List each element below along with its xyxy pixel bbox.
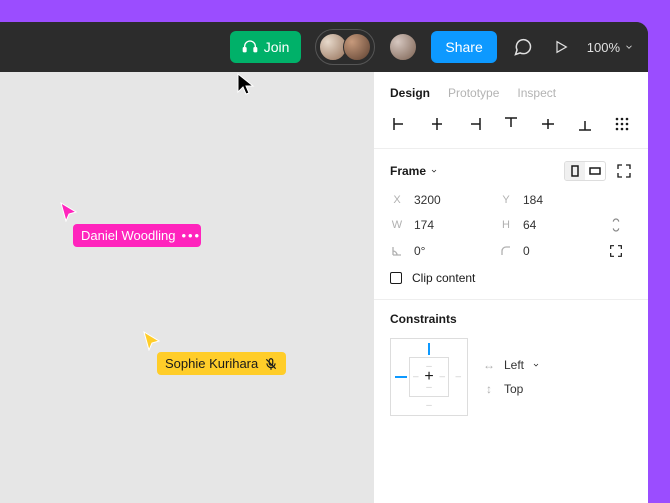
more-icon[interactable]: •••: [181, 228, 193, 243]
height-field[interactable]: H64: [499, 218, 600, 232]
align-left-icon[interactable]: [388, 112, 412, 136]
y-value: 184: [523, 193, 543, 207]
align-vcenter-icon[interactable]: [536, 112, 560, 136]
landscape-icon[interactable]: [585, 162, 605, 180]
link-dimensions-icon[interactable]: [608, 217, 632, 233]
avatar[interactable]: [343, 33, 371, 61]
chevron-down-icon: [624, 42, 634, 52]
avatar-self[interactable]: [389, 33, 417, 61]
join-button-label: Join: [264, 39, 290, 55]
y-field[interactable]: Y184: [499, 193, 600, 207]
remote-cursor-icon: [143, 331, 161, 351]
width-field[interactable]: W174: [390, 218, 491, 232]
align-bottom-icon[interactable]: [573, 112, 597, 136]
tab-prototype[interactable]: Prototype: [448, 86, 499, 100]
corner-radius-value: 0: [523, 244, 530, 258]
frame-title: Frame: [390, 164, 426, 178]
horizontal-icon: ↔: [482, 358, 496, 372]
tidy-up-icon[interactable]: [610, 112, 634, 136]
align-hcenter-icon[interactable]: [425, 112, 449, 136]
clip-content-checkbox[interactable]: Clip content: [390, 271, 632, 285]
vertical-icon: ↕: [482, 382, 496, 396]
width-value: 174: [414, 218, 434, 232]
app-window: Join Share 100%: [0, 22, 648, 503]
corner-radius-field[interactable]: 0: [499, 244, 600, 258]
remote-user-name: Daniel Woodling: [81, 228, 175, 243]
clip-content-label: Clip content: [412, 271, 475, 285]
avatar-group[interactable]: [315, 29, 375, 65]
constraint-horizontal-value: Left: [504, 358, 524, 372]
remote-user-name: Sophie Kurihara: [165, 356, 258, 371]
constraint-vertical-dropdown[interactable]: ↕ Top: [482, 382, 540, 396]
share-button-label: Share: [445, 39, 482, 55]
share-button[interactable]: Share: [431, 31, 496, 63]
panel-tabs: Design Prototype Inspect: [374, 72, 648, 110]
tab-design[interactable]: Design: [390, 86, 430, 100]
constraints-diagram[interactable]: – – – – – – +: [390, 338, 468, 416]
present-icon[interactable]: [549, 35, 573, 59]
rotation-value: 0°: [414, 244, 425, 258]
zoom-value: 100%: [587, 40, 620, 55]
angle-icon: [390, 245, 404, 257]
plus-icon: +: [424, 368, 433, 386]
constraints-section: Constraints – – – – – –: [374, 300, 648, 430]
headset-icon: [242, 39, 258, 55]
frame-dropdown[interactable]: Frame: [390, 164, 438, 178]
independent-corners-icon[interactable]: [608, 243, 632, 259]
height-value: 64: [523, 218, 536, 232]
rotation-field[interactable]: 0°: [390, 244, 491, 258]
toolbar: Join Share 100%: [0, 22, 648, 72]
canvas[interactable]: Daniel Woodling ••• Sophie Kurihara: [0, 72, 373, 503]
zoom-dropdown[interactable]: 100%: [587, 40, 634, 55]
constraint-horizontal-dropdown[interactable]: ↔ Left: [482, 358, 540, 372]
remote-user-tag[interactable]: Daniel Woodling •••: [73, 224, 201, 247]
frame-section: Frame: [374, 149, 648, 300]
portrait-icon[interactable]: [565, 162, 585, 180]
tab-inspect[interactable]: Inspect: [517, 86, 556, 100]
x-field[interactable]: X3200: [390, 193, 491, 207]
checkbox-icon: [390, 272, 402, 284]
remote-user-tag[interactable]: Sophie Kurihara: [157, 352, 286, 375]
align-right-icon[interactable]: [462, 112, 486, 136]
comments-icon[interactable]: [511, 35, 535, 59]
join-button[interactable]: Join: [230, 31, 302, 63]
remote-cursor-icon: [60, 202, 78, 222]
constraints-title: Constraints: [390, 312, 632, 326]
orientation-toggle[interactable]: [564, 161, 606, 181]
x-value: 3200: [414, 193, 441, 207]
mouse-cursor-icon: [236, 72, 256, 96]
resize-to-fit-icon[interactable]: [616, 163, 632, 179]
mic-muted-icon: [264, 357, 278, 371]
constraint-vertical-value: Top: [504, 382, 523, 396]
alignment-row: [374, 110, 648, 149]
align-top-icon[interactable]: [499, 112, 523, 136]
corner-radius-icon: [499, 245, 513, 257]
properties-panel: Design Prototype Inspect: [373, 72, 648, 503]
